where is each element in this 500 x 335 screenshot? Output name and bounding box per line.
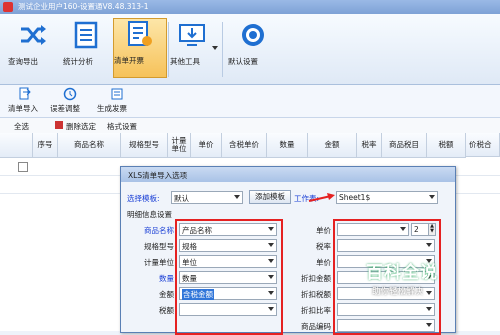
generate-invoice-button[interactable]: 生成发票 xyxy=(97,87,137,113)
statistics-button[interactable]: 统计分析 xyxy=(63,20,109,78)
delete-selected-button[interactable]: 删除选定 xyxy=(66,121,96,132)
chevron-down-icon[interactable] xyxy=(212,46,218,50)
default-settings-button[interactable]: 默认设置 xyxy=(228,20,278,78)
ledger-icon xyxy=(74,21,98,49)
title-bar: 测试企业用户160-设置通V8.48.313-1 xyxy=(0,0,500,14)
list-invoice-icon xyxy=(128,21,152,46)
col-header[interactable]: 数量 xyxy=(267,133,308,158)
template-label: 选择模板: xyxy=(127,194,160,203)
field-label: 单价 xyxy=(316,226,331,235)
list-import-label: 清单导入 xyxy=(8,104,38,113)
list-invoice-label: 清单开票 xyxy=(114,56,144,65)
grid-header-corner xyxy=(0,133,33,158)
col-header[interactable]: 规格型号 xyxy=(121,133,168,158)
other-tools-label: 其他工具 xyxy=(170,57,200,66)
ribbon-separator xyxy=(222,22,223,77)
list-import-button[interactable]: 清单导入 xyxy=(8,87,42,113)
field-label: 数量 xyxy=(159,274,174,283)
field-label: 折扣税额 xyxy=(301,290,331,299)
ribbon-separator xyxy=(168,22,169,77)
field-label: 金额 xyxy=(159,290,174,299)
other-tools-button[interactable]: 其他工具 xyxy=(170,20,214,78)
field-label: 税率 xyxy=(316,242,331,251)
shuffle-icon xyxy=(21,25,46,45)
watermark-brand: 百科全说 xyxy=(366,263,438,283)
statistics-label: 统计分析 xyxy=(63,57,93,66)
field-label: 计量单位 xyxy=(144,258,174,267)
detail-section-label: 明细信息设置 xyxy=(127,210,172,219)
watermark-tagline: 助你轻松解决 xyxy=(372,287,424,297)
col-header[interactable]: 商品名称 xyxy=(58,133,121,158)
app-icon xyxy=(3,2,13,12)
gear-icon xyxy=(242,24,264,46)
secondary-toolbar: 清单导入 误差调整 生成发票 xyxy=(0,85,500,118)
col-header[interactable]: 税率 xyxy=(357,133,382,158)
template-value: 默认 xyxy=(174,194,189,203)
field-label: 税额 xyxy=(159,306,174,315)
field-label: 规格型号 xyxy=(144,242,174,251)
list-invoice-button[interactable]: 清单开票 xyxy=(113,18,167,78)
default-settings-label: 默认设置 xyxy=(228,57,258,66)
adjust-icon xyxy=(63,87,77,101)
delete-icon xyxy=(55,121,63,129)
col-header[interactable]: 含税单价 xyxy=(222,133,267,158)
dialog-title-bar: XLS清单导入选项 xyxy=(121,167,455,182)
generate-invoice-label: 生成发票 xyxy=(97,104,127,113)
format-settings-button[interactable]: 格式设置 xyxy=(107,121,137,132)
col-header[interactable]: 序号 xyxy=(33,133,58,158)
invoice-icon xyxy=(111,88,123,100)
col-header[interactable]: 单价 xyxy=(191,133,222,158)
ribbon: 查询导出 统计分析 清单开票 其他工具 默认设置 xyxy=(0,14,500,85)
field-label: 折扣比率 xyxy=(301,306,331,315)
col-header[interactable]: 税额 xyxy=(427,133,466,158)
query-export-label: 查询导出 xyxy=(8,57,38,66)
edit-toolbar: 全选 删除选定 格式设置 xyxy=(0,118,500,134)
select-all-button[interactable]: 全选 xyxy=(14,121,29,132)
chevron-down-icon xyxy=(234,195,240,199)
col-header[interactable]: 商品税目 xyxy=(382,133,427,158)
col-header[interactable]: 金额 xyxy=(308,133,357,158)
monitor-download-icon xyxy=(179,24,205,46)
worksheet-select[interactable]: Sheet1$ xyxy=(336,191,438,204)
worksheet-value: Sheet1$ xyxy=(339,193,371,202)
error-adjust-button[interactable]: 误差调整 xyxy=(50,87,90,113)
highlight-box-left xyxy=(175,219,283,335)
field-label: 商品编码 xyxy=(301,322,331,331)
col-header[interactable]: 计量单位 xyxy=(168,133,191,158)
add-template-button[interactable]: 添加模板 xyxy=(249,190,291,204)
col-header[interactable]: 价税合 xyxy=(466,133,500,157)
template-select[interactable]: 默认 xyxy=(171,191,243,204)
import-icon xyxy=(19,87,31,100)
field-label: 商品名称 xyxy=(144,226,174,235)
chevron-down-icon xyxy=(429,195,435,199)
xls-import-dialog: XLS清单导入选项 选择模板: 默认 添加模板 工作表: Sheet1$ 明细信… xyxy=(120,166,456,335)
dialog-title: XLS清单导入选项 xyxy=(128,171,188,180)
watermark: 百科全说 助你轻松解决 xyxy=(358,258,500,306)
row-checkbox[interactable] xyxy=(18,162,28,172)
field-label: 折扣金额 xyxy=(301,274,331,283)
error-adjust-label: 误差调整 xyxy=(50,104,80,113)
query-export-button[interactable]: 查询导出 xyxy=(8,20,58,78)
field-label: 单价 xyxy=(316,258,331,267)
arrow-annotation-icon xyxy=(308,193,335,202)
window-title: 测试企业用户160-设置通V8.48.313-1 xyxy=(18,2,149,11)
